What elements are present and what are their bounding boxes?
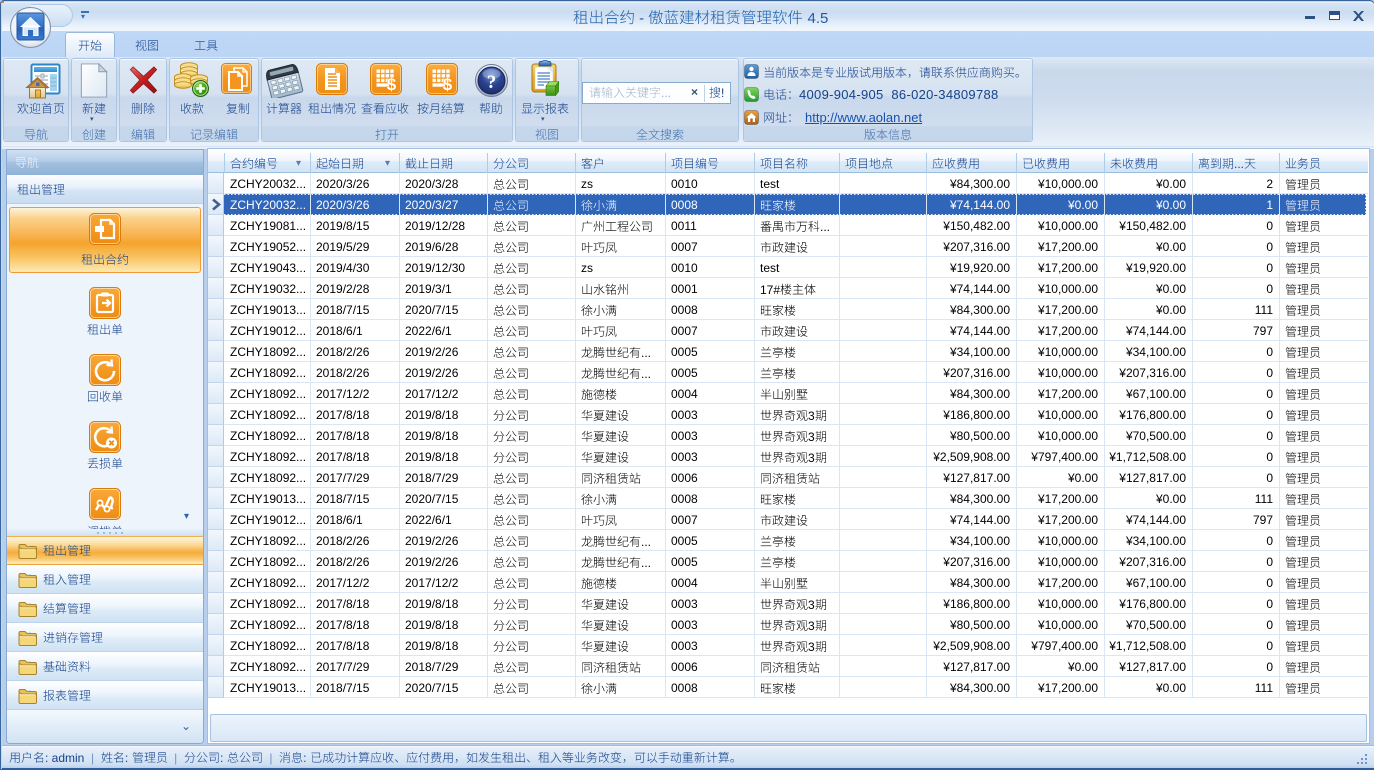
svg-text:$: $ [387, 75, 397, 94]
svg-text:$: $ [443, 75, 453, 94]
svg-text:?: ? [487, 72, 497, 93]
